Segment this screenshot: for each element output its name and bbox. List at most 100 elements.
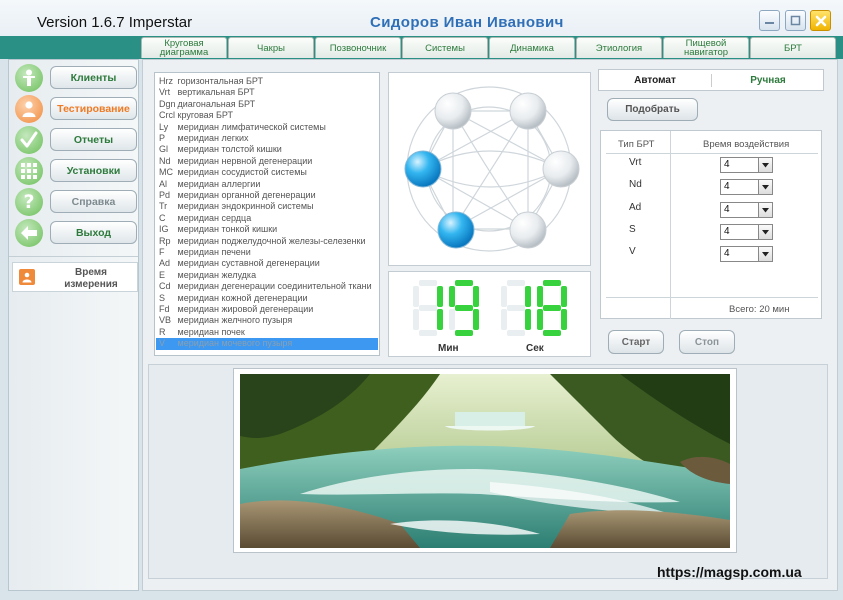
list-item[interactable]: Tr меридиан эндокринной системы — [159, 201, 377, 212]
tab-brt[interactable]: БРТ — [750, 37, 836, 58]
clients-button[interactable]: Клиенты — [50, 66, 137, 89]
checkmark-icon — [15, 126, 43, 154]
diagram-node[interactable] — [509, 211, 547, 249]
diagram-node-active[interactable] — [404, 150, 442, 188]
list-item[interactable]: Hrz горизонтальная БРТ — [159, 76, 377, 87]
close-icon — [815, 15, 826, 26]
chevron-down-icon[interactable] — [758, 180, 772, 194]
total-time: Всего: 20 мин — [729, 304, 790, 315]
maximize-button[interactable] — [785, 10, 806, 31]
col-time-header: Время воздействия — [703, 139, 790, 150]
select-button[interactable]: Подобрать — [607, 98, 698, 121]
time-select-value: 4 — [724, 248, 730, 259]
measurement-time-panel: Время измерения — [12, 262, 138, 292]
list-item-name: горизонтальная БРТ — [177, 76, 263, 86]
mode-manual-tab[interactable]: Ручная — [712, 70, 824, 90]
testing-button[interactable]: Тестирование — [50, 97, 137, 120]
tab-dynamics[interactable]: Динамика — [489, 37, 575, 58]
diagram-node[interactable] — [542, 150, 580, 188]
minimize-button[interactable] — [759, 10, 780, 31]
reports-button[interactable]: Отчеты — [50, 128, 137, 151]
waterfall-image — [240, 374, 730, 548]
list-item[interactable]: S меридиан кожной дегенерации — [159, 293, 377, 304]
list-item[interactable]: Ly меридиан лимфатической системы — [159, 122, 377, 133]
time-select[interactable]: 4 — [720, 202, 773, 218]
tab-systems[interactable]: Системы — [402, 37, 488, 58]
list-item[interactable]: Gl меридиан толстой кишки — [159, 144, 377, 155]
list-item-code: Pd — [159, 190, 171, 200]
circular-diagram — [388, 72, 591, 266]
grid-icon — [15, 157, 43, 185]
list-item-name: диагональная БРТ — [177, 98, 256, 109]
settings-button[interactable]: Установки — [50, 159, 137, 182]
list-item[interactable]: Ad меридиан суставной дегенерации — [159, 258, 377, 269]
time-select[interactable]: 4 — [720, 246, 773, 262]
list-item[interactable]: VB меридиан желчного пузыря — [159, 315, 377, 326]
chevron-down-icon[interactable] — [758, 203, 772, 217]
list-item[interactable]: IG меридиан тонкой кишки — [159, 224, 377, 235]
timer-minutes-digit — [413, 280, 443, 336]
list-item-name: меридиан дегенерации соединительной ткан… — [177, 281, 372, 292]
list-item-name: меридиан легких — [177, 133, 249, 143]
list-item[interactable]: Vrt вертикальная БРТ — [159, 87, 377, 98]
tab-spine[interactable]: Позвоночник — [315, 37, 401, 58]
time-select[interactable]: 4 — [720, 157, 773, 173]
time-select[interactable]: 4 — [720, 179, 773, 195]
list-item[interactable]: Fd меридиан жировой дегенерации — [159, 304, 377, 315]
list-item-code: Dgn — [159, 98, 176, 109]
time-select-value: 4 — [724, 181, 730, 192]
list-item[interactable]: Nd меридиан нервной дегенерации — [159, 156, 377, 167]
time-select[interactable]: 4 — [720, 224, 773, 240]
diagram-node[interactable] — [434, 92, 472, 130]
list-item[interactable]: Rp меридиан поджелудочной железы-селезен… — [159, 236, 377, 247]
tab-etiology[interactable]: Этиология — [576, 37, 662, 58]
list-item[interactable]: C меридиан сердца — [159, 213, 377, 224]
chevron-down-icon[interactable] — [758, 225, 772, 239]
list-item-code: R — [159, 326, 166, 337]
maximize-icon — [790, 15, 801, 26]
list-item[interactable]: R меридиан почек — [159, 327, 377, 338]
close-button[interactable] — [810, 10, 831, 31]
list-item-name: меридиан аллергии — [177, 178, 261, 189]
list-item-name: меридиан лимфатической системы — [177, 121, 326, 132]
timer-minutes-digit — [449, 280, 479, 336]
sidebar-item-exit: Выход — [13, 219, 139, 247]
tab-circular-diagram[interactable]: Круговая диаграмма — [141, 37, 227, 58]
list-item[interactable]: F меридиан печени — [159, 247, 377, 258]
start-button[interactable]: Старт — [608, 330, 664, 354]
mode-auto-tab[interactable]: Автомат — [599, 70, 711, 90]
help-button[interactable]: Справка — [50, 190, 137, 213]
sidebar-divider — [9, 256, 138, 257]
list-item[interactable]: V меридиан мочевого пузыря — [156, 338, 378, 350]
diagram-node[interactable] — [509, 92, 547, 130]
list-item-code: Al — [159, 178, 168, 189]
chevron-down-icon[interactable] — [758, 158, 772, 172]
exit-button[interactable]: Выход — [50, 221, 137, 244]
list-item-name: меридиан желудка — [177, 269, 257, 280]
sidebar-item-settings: Установки — [13, 157, 139, 185]
brt-row-code: V — [629, 246, 636, 257]
chevron-down-icon[interactable] — [758, 247, 772, 261]
brt-settings-panel: Автомат Ручная Подобрать Тип БРТ Время в… — [598, 69, 825, 361]
list-item[interactable]: MC меридиан сосудистой системы — [159, 167, 377, 178]
tab-food-navigator[interactable]: Пищевой навигатор — [663, 37, 749, 58]
list-item-code: E — [159, 269, 166, 280]
list-item[interactable]: E меридиан желудка — [159, 270, 377, 281]
diagram-node-active[interactable] — [437, 211, 475, 249]
list-item-name: меридиан печени — [177, 247, 251, 257]
list-item[interactable]: Cd меридиан дегенерации соединительной т… — [159, 281, 377, 292]
list-item[interactable]: Dgn диагональная БРТ — [159, 99, 377, 110]
list-item-code: MC — [159, 167, 173, 178]
list-item[interactable]: P меридиан легких — [159, 133, 377, 144]
watermark-url: https://magsp.com.ua — [657, 564, 802, 580]
sidebar-item-reports: Отчеты — [13, 126, 139, 154]
stop-button[interactable]: Стоп — [679, 330, 735, 354]
timer-seconds-digit — [537, 280, 567, 336]
list-item[interactable]: Pd меридиан органной дегенерации — [159, 190, 377, 201]
list-item-code: Fd — [159, 304, 170, 314]
tab-chakras[interactable]: Чакры — [228, 37, 314, 58]
list-item-name: меридиан сердца — [177, 212, 252, 223]
list-item-name: меридиан тонкой кишки — [177, 224, 278, 235]
list-item[interactable]: Al меридиан аллергии — [159, 179, 377, 190]
list-item[interactable]: Crcl круговая БРТ — [159, 110, 377, 121]
